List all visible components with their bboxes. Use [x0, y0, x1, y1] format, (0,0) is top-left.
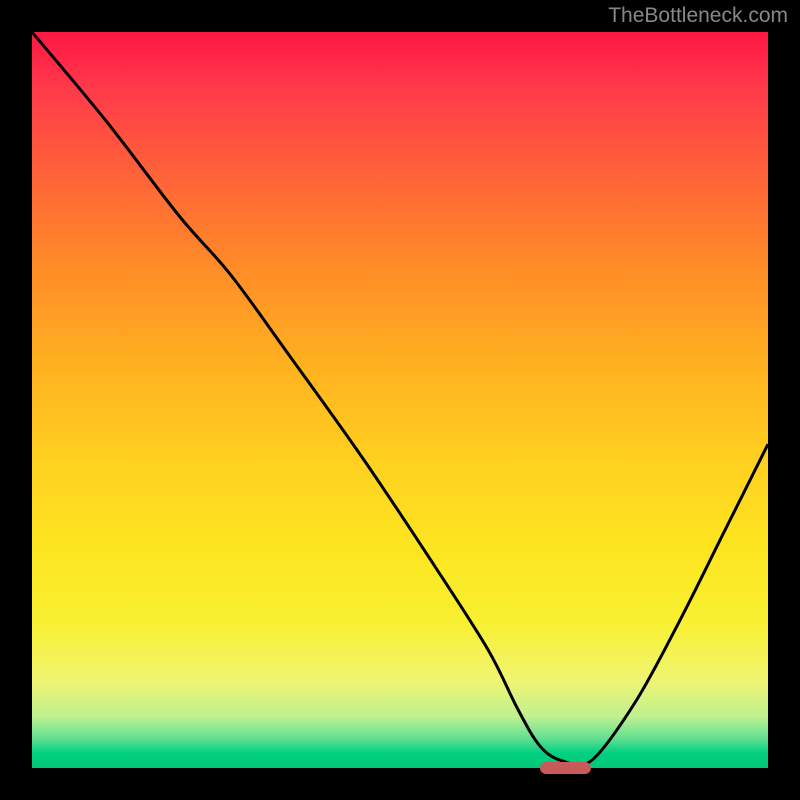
- bottleneck-curve: [32, 32, 768, 768]
- chart-plot-area: [32, 32, 768, 768]
- optimal-marker: [540, 762, 592, 774]
- watermark-text: TheBottleneck.com: [608, 4, 788, 28]
